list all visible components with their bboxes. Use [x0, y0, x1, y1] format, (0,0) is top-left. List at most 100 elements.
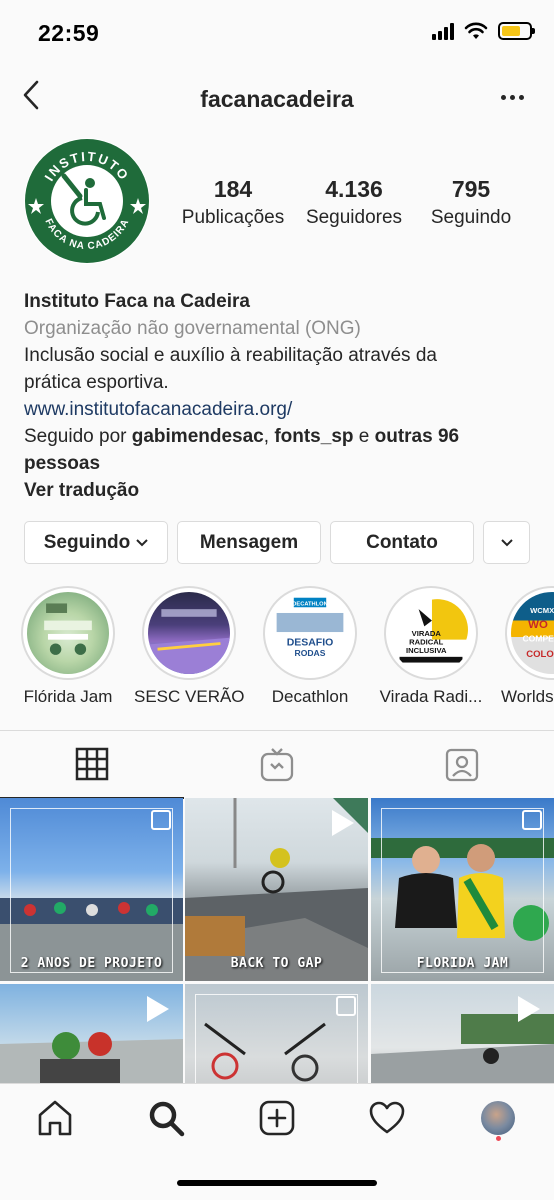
highlight-cover: [27, 592, 109, 674]
svg-text:RODAS: RODAS: [295, 648, 326, 658]
svg-text:WO: WO: [528, 619, 548, 631]
contact-button-label: Contato: [366, 531, 438, 553]
nav-new-post[interactable]: [247, 1096, 307, 1140]
add-post-icon: [259, 1100, 295, 1136]
photo-frame: [195, 994, 358, 1083]
nav-activity[interactable]: [357, 1096, 417, 1140]
post-thumbnail[interactable]: [185, 984, 368, 1083]
more-dot-icon: [518, 94, 524, 100]
nav-search[interactable]: [136, 1096, 196, 1140]
post-thumbnail[interactable]: [371, 984, 554, 1083]
bio-description-line-1: Inclusão social e auxílio à reabilitação…: [24, 345, 437, 366]
stat-following[interactable]: 795 Seguindo: [420, 176, 522, 229]
followed-sep: ,: [263, 426, 275, 447]
message-button[interactable]: Mensagem: [177, 521, 321, 564]
nav-profile[interactable]: [468, 1096, 528, 1141]
username-title: facanacadeira: [200, 86, 354, 112]
following-button[interactable]: Seguindo: [24, 521, 168, 564]
post-thumbnail[interactable]: [0, 984, 183, 1083]
see-translation-link[interactable]: Ver tradução: [24, 477, 534, 504]
stat-followers-label: Seguidores: [305, 207, 403, 228]
nav-home[interactable]: [25, 1096, 85, 1140]
more-dot-icon: [500, 94, 506, 100]
highlight-florida-jam[interactable]: Flórida Jam: [13, 586, 123, 707]
photo-frame: [10, 808, 173, 973]
video-icon: [147, 996, 169, 1022]
followed-others-link[interactable]: outras 96: [375, 426, 459, 447]
message-button-label: Mensagem: [199, 531, 299, 553]
svg-text:DESAFIO: DESAFIO: [287, 637, 334, 648]
highlight-cover: VIRADA RADICAL INCLUSIVA: [390, 592, 472, 674]
svg-text:INCLUSIVA: INCLUSIVA: [406, 646, 447, 655]
notification-dot: [496, 1136, 501, 1141]
highlight-sesc-verao[interactable]: SESC VERÃO: [134, 586, 244, 707]
story-highlights: Flórida Jam SESC VERÃO DECATHLON DESAFIO…: [0, 586, 554, 716]
stat-posts-count: 184: [213, 176, 253, 202]
followed-user-link[interactable]: fonts_sp: [274, 426, 353, 447]
stat-posts[interactable]: 184 Publicações: [178, 176, 288, 229]
post-thumbnail[interactable]: 2 ANOS DE PROJETO: [0, 798, 183, 981]
more-options-button[interactable]: [494, 82, 530, 112]
multiple-photos-icon: [336, 996, 356, 1016]
post-caption: BACK TO GAP: [230, 956, 323, 971]
highlight-ring: WCMX WO COMPETITI COLOG: [505, 586, 554, 680]
stat-posts-label: Publicações: [181, 207, 285, 228]
profile-avatar-small: [481, 1101, 515, 1141]
profile-header: facanacadeira: [0, 66, 554, 130]
grid-icon: [75, 747, 109, 781]
status-time: 22:59: [38, 20, 100, 46]
profile-website-link[interactable]: www.institutofacanacadeira.org/: [24, 396, 534, 423]
highlight-virada-radical[interactable]: VIRADA RADICAL INCLUSIVA Virada Radi...: [376, 586, 486, 707]
highlight-ring: [142, 586, 236, 680]
video-icon: [332, 810, 354, 836]
profile-tabs: [0, 730, 554, 799]
multiple-photos-icon: [151, 810, 171, 830]
home-indicator[interactable]: [177, 1180, 377, 1186]
contact-button[interactable]: Contato: [330, 521, 474, 564]
wifi-icon: [464, 22, 488, 39]
svg-text:COMPETITI: COMPETITI: [522, 634, 554, 644]
post-thumbnail[interactable]: BACK TO GAP: [185, 798, 368, 981]
instituto-logo: INSTITUTO FACA NA CADEIRA: [25, 139, 149, 263]
highlight-decathlon[interactable]: DECATHLON DESAFIO RODAS Decathlon: [255, 586, 365, 707]
battery-icon: [498, 22, 535, 40]
heart-icon: [369, 1101, 405, 1134]
highlight-worlds[interactable]: WCMX WO COMPETITI COLOG Worlds: [497, 586, 554, 707]
followed-by-prefix: Seguido por: [24, 426, 132, 447]
tab-tagged[interactable]: [370, 731, 554, 799]
multiple-photos-icon: [522, 810, 542, 830]
svg-text:COLOG: COLOG: [526, 649, 554, 660]
followed-others-continuation[interactable]: pessoas: [24, 450, 534, 477]
highlight-label: Worlds: [501, 687, 554, 706]
post-thumbnail[interactable]: FLORIDA JAM: [371, 798, 554, 981]
video-icon: [518, 996, 540, 1022]
svg-text:DECATHLON: DECATHLON: [292, 601, 327, 607]
followed-by-text[interactable]: Seguido por gabimendesac, fonts_sp e out…: [24, 423, 534, 450]
profile-avatar[interactable]: INSTITUTO FACA NA CADEIRA: [24, 138, 150, 264]
bio-description-line-2: prática esportiva.: [24, 372, 169, 393]
highlight-ring: [21, 586, 115, 680]
following-button-label: Seguindo: [43, 531, 131, 553]
stat-followers-count: 4.136: [325, 176, 383, 202]
cellular-signal-icon: [432, 22, 454, 40]
stat-followers[interactable]: 4.136 Seguidores: [296, 176, 412, 229]
followed-and: e: [353, 426, 375, 447]
profile-bio: Instituto Faca na Cadeira Organização nã…: [24, 288, 534, 504]
highlight-cover: [148, 592, 230, 674]
tagged-person-icon: [445, 748, 479, 782]
igtv-icon: [260, 748, 294, 782]
highlight-ring: VIRADA RADICAL INCLUSIVA: [384, 586, 478, 680]
post-caption: 2 ANOS DE PROJETO: [20, 956, 163, 971]
suggestions-dropdown-button[interactable]: [483, 521, 530, 564]
post-caption: FLORIDA JAM: [416, 956, 509, 971]
highlight-label: Flórida Jam: [23, 687, 113, 706]
tab-igtv[interactable]: [185, 731, 369, 799]
followed-user-link[interactable]: gabimendesac: [132, 426, 264, 447]
profile-name: Instituto Faca na Cadeira: [24, 291, 250, 312]
posts-grid: 2 ANOS DE PROJETO BACK TO GAP FLORIDA JA…: [0, 798, 554, 1083]
chevron-down-icon: [136, 538, 148, 546]
search-icon: [149, 1101, 185, 1137]
home-icon: [38, 1100, 72, 1136]
highlight-ring: DECATHLON DESAFIO RODAS: [263, 586, 357, 680]
tab-grid[interactable]: [0, 731, 184, 799]
